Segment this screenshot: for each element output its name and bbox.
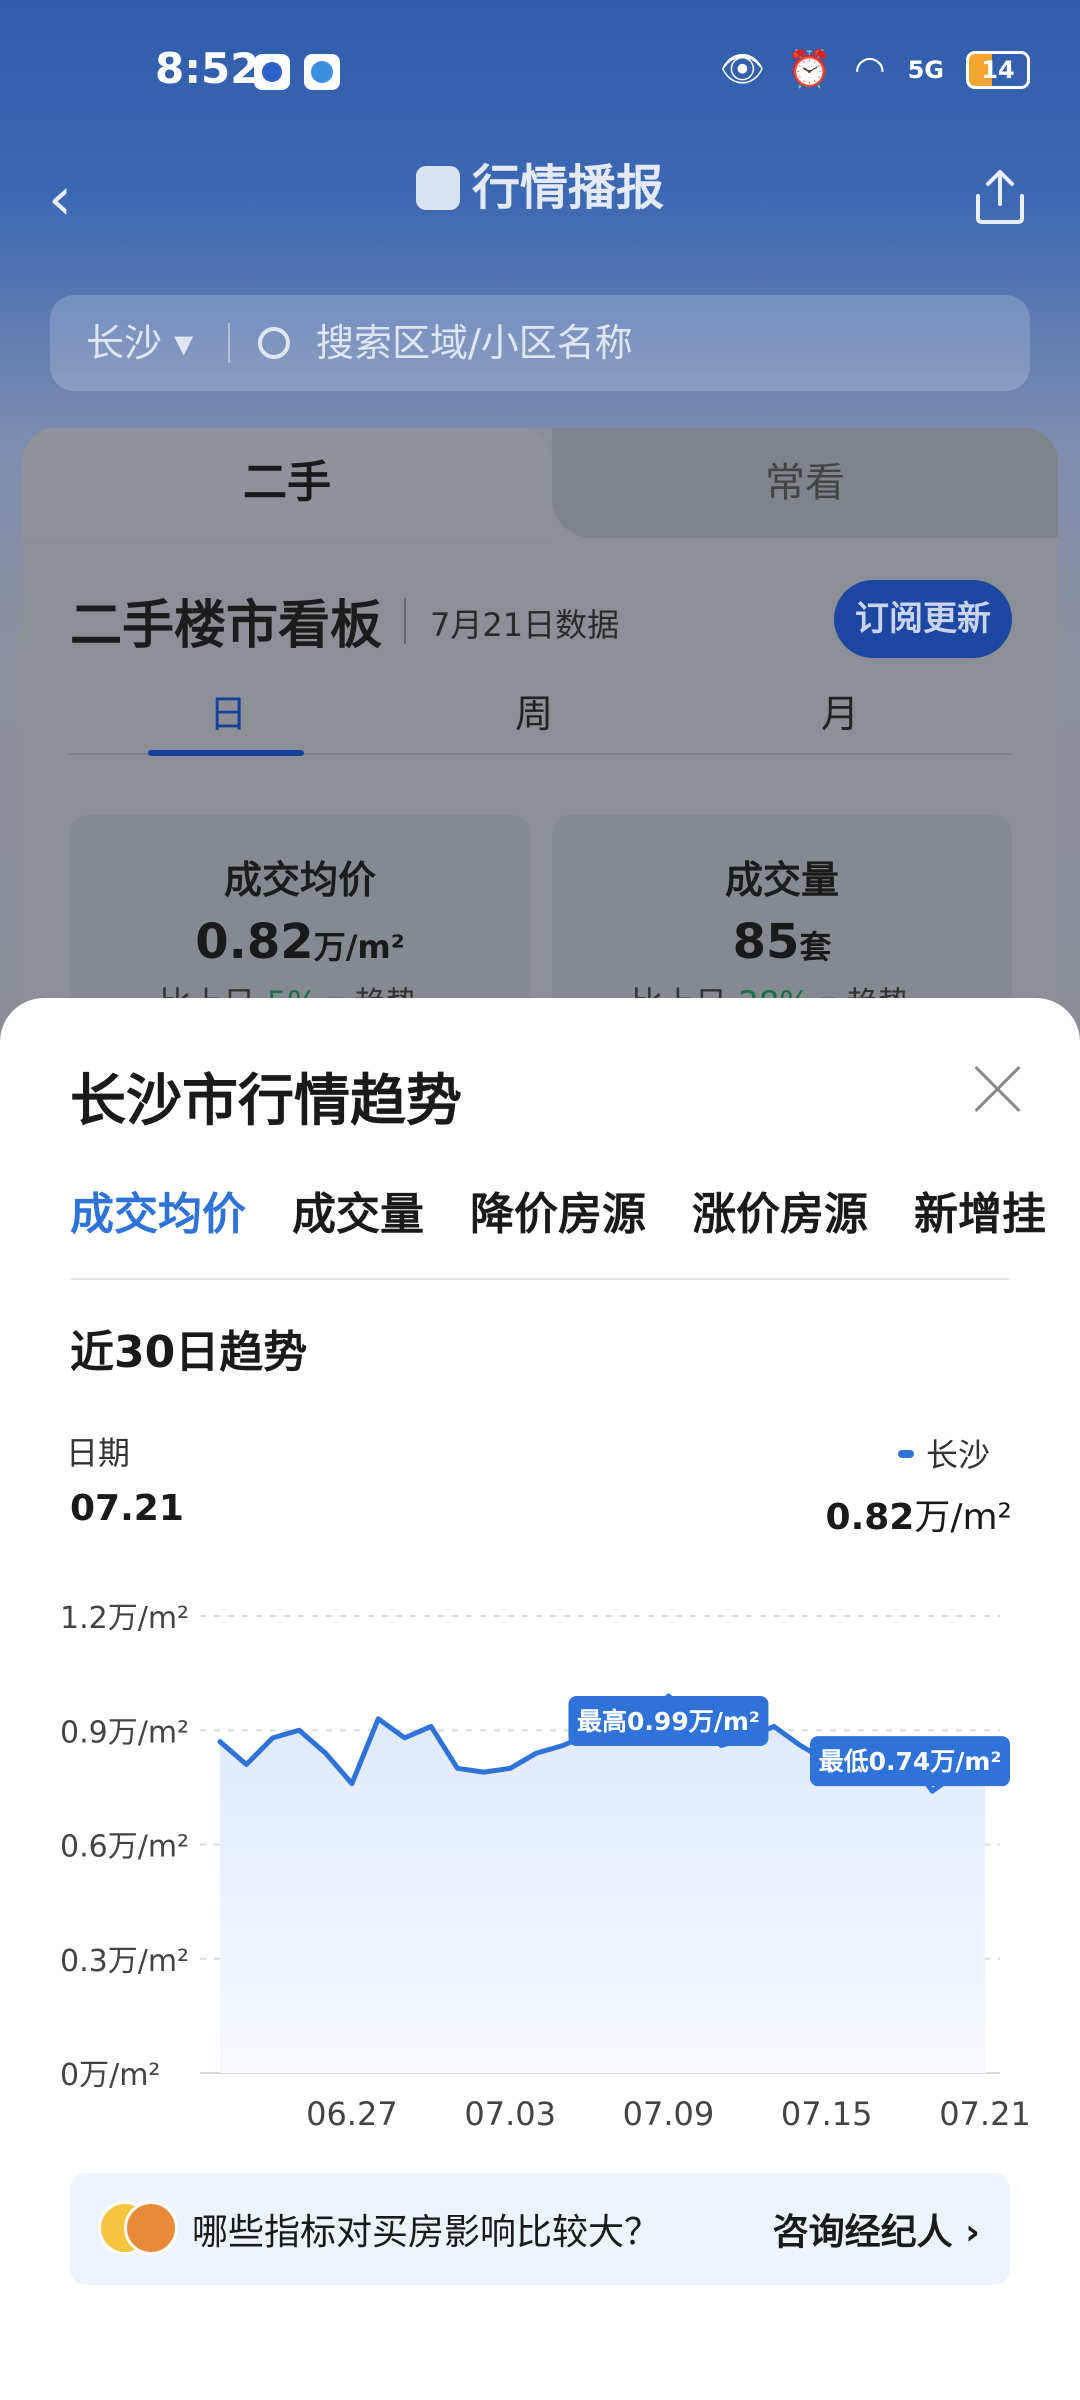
- stat-value: 85套: [552, 914, 1012, 970]
- stat-number: 0.82: [195, 914, 314, 970]
- data-point: [297, 1728, 302, 1733]
- period-underline: [148, 750, 304, 756]
- browser-notification-icon: [304, 54, 340, 90]
- tab-month[interactable]: 月: [760, 683, 920, 738]
- status-bar: 8:52 👁 ⏰ ◠ 5G 14: [0, 0, 1080, 140]
- current-value-number: 0.82: [825, 1497, 915, 1538]
- y-tick-label: 0.9万/m²: [60, 1715, 189, 1750]
- trend-chart[interactable]: 0万/m² 0.3万/m² 0.6万/m² 0.9万/m² 1.2万/m² 06.27 07…: [0, 1568, 1080, 2148]
- stat-number: 85: [732, 914, 800, 970]
- current-value-unit: 万/m²: [914, 1497, 1012, 1538]
- stat-unit: 套: [799, 928, 832, 966]
- y-tick-label: 0.3万/m²: [60, 1944, 189, 1979]
- mascot-icon: [124, 2201, 178, 2255]
- consult-tip-bar[interactable]: 哪些指标对买房影响比较大？ 咨询经纪人 ›: [70, 2173, 1010, 2285]
- date-label: 日期: [66, 1434, 131, 1472]
- data-point: [402, 1735, 407, 1740]
- tab-avg-price[interactable]: 成交均价: [70, 1178, 246, 1242]
- x-tick-label: 07.09: [623, 2095, 715, 2133]
- board-divider: [404, 598, 406, 644]
- y-tick-label: 0.6万/m²: [60, 1830, 189, 1865]
- share-icon[interactable]: [972, 166, 1028, 226]
- tab-new-listing[interactable]: 新增挂: [914, 1178, 1046, 1242]
- status-time: 8:52: [155, 44, 260, 93]
- trend-title: 近30日趋势: [70, 1327, 308, 1378]
- legend-label: 长沙: [925, 1436, 990, 1474]
- signal-5g-icon: 5G: [907, 56, 944, 84]
- close-icon[interactable]: [970, 1062, 1024, 1116]
- x-tick-label: 06.27: [306, 2095, 398, 2133]
- navigation-bar: ‹ 行情播报: [0, 140, 1080, 260]
- data-point: [349, 1781, 354, 1786]
- battery-icon: 14: [966, 51, 1030, 89]
- data-point: [270, 1735, 275, 1740]
- data-point: [930, 1789, 935, 1794]
- tab-volume[interactable]: 成交量: [292, 1178, 424, 1242]
- data-point: [323, 1751, 328, 1756]
- search-input[interactable]: 搜索区域/小区名称: [316, 295, 633, 391]
- data-point: [798, 1743, 803, 1748]
- consult-agent-link[interactable]: 咨询经纪人 ›: [773, 2203, 980, 2255]
- data-point: [771, 1724, 776, 1729]
- data-point: [376, 1716, 381, 1721]
- app-notification-icon: [254, 54, 290, 90]
- status-icons: 👁 ⏰ ◠ 5G 14: [720, 48, 1030, 92]
- data-point: [560, 1743, 565, 1748]
- data-point: [455, 1766, 460, 1771]
- sheet-title: 长沙市行情趋势: [70, 1069, 462, 1134]
- y-tick-label: 1.2万/m²: [60, 1601, 189, 1636]
- search-divider: [228, 323, 230, 363]
- metric-tabs: 成交均价 成交量 降价房源 涨价房源 新增挂: [70, 1178, 1080, 1248]
- stat-value: 0.82万/m²: [70, 914, 530, 970]
- data-point: [534, 1751, 539, 1756]
- wifi-icon: ◠: [854, 49, 886, 90]
- board-date: 7月21日数据: [430, 606, 620, 644]
- tab-price-rise[interactable]: 涨价房源: [692, 1178, 868, 1242]
- data-point: [244, 1762, 249, 1767]
- tip-text: 哪些指标对买房影响比较大？: [192, 2212, 661, 2253]
- period-tabs: 日 周 月: [68, 683, 1012, 756]
- board-title: 二手楼市看板: [70, 596, 383, 656]
- search-bar[interactable]: 长沙 ▾ 搜索区域/小区名称: [50, 295, 1030, 391]
- date-value: 07.21: [70, 1488, 184, 1529]
- app-logo-icon: [415, 166, 460, 210]
- divider: [70, 1278, 1010, 1280]
- tab-frequent[interactable]: 常看: [552, 428, 1058, 538]
- alarm-icon: ⏰: [787, 49, 833, 90]
- tab-day[interactable]: 日: [148, 683, 308, 738]
- search-icon: [258, 327, 290, 359]
- data-point: [429, 1724, 434, 1729]
- x-tick-label: 07.15: [781, 2095, 873, 2133]
- tab-second-hand[interactable]: 二手: [22, 428, 552, 538]
- data-point: [508, 1766, 513, 1771]
- data-point: [218, 1739, 222, 1744]
- subscribe-button[interactable]: 订阅更新: [834, 580, 1012, 658]
- city-select[interactable]: 长沙 ▾: [86, 295, 193, 391]
- x-tick-label: 07.03: [464, 2095, 556, 2133]
- tab-week[interactable]: 周: [454, 683, 614, 738]
- x-tick-label: 07.21: [939, 2095, 1031, 2133]
- page-title: 行情播报: [0, 148, 1080, 218]
- card-tabs: 二手 常看: [22, 428, 1058, 538]
- legend-dot-icon: [897, 1450, 914, 1458]
- y-tick-label: 0万/m²: [60, 2058, 160, 2093]
- mascot-avatar: [98, 2201, 178, 2257]
- data-point: [481, 1770, 486, 1775]
- background-page: 8:52 👁 ⏰ ◠ 5G 14 ‹ 行情播报 长沙 ▾ 搜索区域/小区名称 二…: [0, 0, 1080, 1135]
- page-title-text: 行情播报: [471, 160, 664, 216]
- annotation-label: 最低0.74万/m²: [819, 1747, 1002, 1776]
- stat-label: 成交量: [724, 858, 839, 902]
- tab-price-cut[interactable]: 降价房源: [470, 1178, 646, 1242]
- stat-label: 成交均价: [223, 858, 376, 902]
- trend-bottom-sheet: 长沙市行情趋势 成交均价 成交量 降价房源 涨价房源 新增挂 近30日趋势 日期 07.…: [0, 998, 1080, 2400]
- stat-unit: 万/m²: [313, 928, 405, 966]
- chart-legend: 长沙: [897, 1430, 990, 1476]
- annotation-label: 最高0.99万/m²: [577, 1707, 760, 1736]
- current-value: 0.82万/m²: [826, 1488, 1012, 1540]
- eye-icon: 👁: [719, 49, 766, 90]
